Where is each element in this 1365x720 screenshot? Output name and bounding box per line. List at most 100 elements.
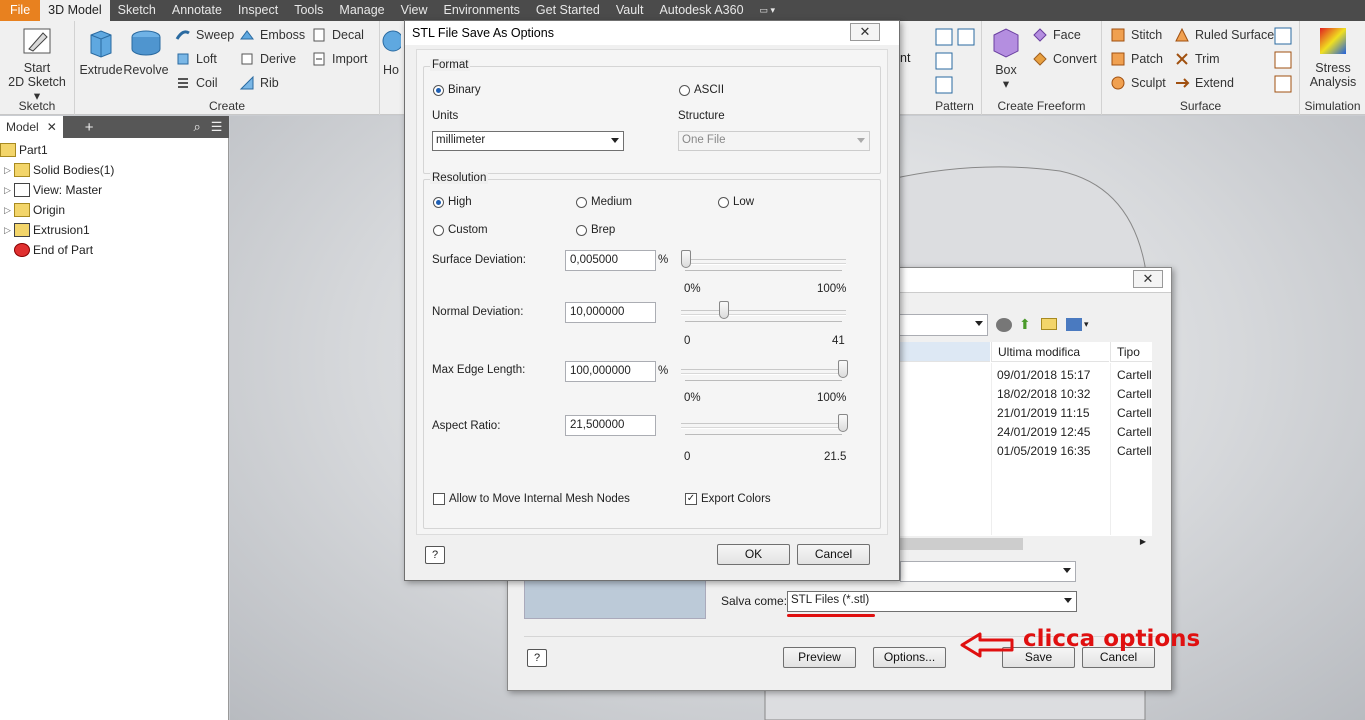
patch-button[interactable]: Patch [1110, 49, 1163, 69]
normal-deviation-slider[interactable] [681, 301, 846, 334]
max-edge-length-input[interactable]: 100,000000 [565, 361, 656, 382]
row-date[interactable]: 21/01/2019 11:15 [997, 406, 1090, 420]
decal-button[interactable]: Decal [311, 25, 364, 45]
tree-item-end-of-part[interactable]: End of Part [4, 240, 93, 260]
aspect-ratio-input[interactable]: 21,500000 [565, 415, 656, 436]
brep-radio[interactable]: Brep [576, 224, 615, 236]
emboss-button[interactable]: Emboss [239, 25, 305, 45]
row-date[interactable]: 24/01/2019 12:45 [997, 425, 1090, 439]
close-icon[interactable]: ✕ [850, 23, 880, 41]
menu-3d-model[interactable]: 3D Model [40, 0, 110, 21]
rib-button[interactable]: Rib [239, 73, 279, 93]
sweep-button[interactable]: Sweep [175, 25, 234, 45]
help-icon[interactable]: ? [527, 649, 547, 667]
start-2d-sketch-button[interactable]: Start 2D Sketch ▾ [6, 25, 68, 103]
convert-button[interactable]: Convert [1032, 49, 1097, 69]
menu-environments[interactable]: Environments [435, 0, 527, 21]
column-date[interactable]: Ultima modifica [991, 342, 1109, 362]
surface-deviation-input[interactable]: 0,005000 [565, 250, 656, 271]
menu-tools[interactable]: Tools [286, 0, 331, 21]
row-type[interactable]: Cartell [1117, 368, 1152, 382]
new-folder-icon[interactable] [1041, 318, 1057, 330]
view-menu-icon[interactable] [1066, 318, 1082, 331]
extend-button[interactable]: Extend [1174, 73, 1234, 93]
derive-button[interactable]: Derive [239, 49, 296, 69]
low-radio[interactable]: Low [718, 196, 754, 208]
coil-button[interactable]: Coil [175, 73, 218, 93]
expand-icon[interactable]: ▷ [4, 225, 14, 236]
options-button[interactable]: Options... [873, 647, 946, 668]
menu-autodesk-a360[interactable]: Autodesk A360 [651, 0, 751, 21]
custom-radio[interactable]: Custom [433, 224, 488, 236]
up-folder-icon[interactable]: ⬆ [1019, 316, 1031, 333]
ascii-radio[interactable]: ASCII [679, 84, 724, 96]
expand-icon[interactable]: ▷ [4, 185, 14, 196]
back-icon[interactable] [996, 318, 1012, 332]
structure-dropdown[interactable]: One File [678, 131, 870, 151]
revolve-button[interactable]: Revolve [123, 25, 169, 77]
search-icon[interactable]: ⌕ [194, 119, 201, 135]
extrude-button[interactable]: Extrude [79, 25, 123, 77]
tree-item-view-master[interactable]: ▷ View: Master [4, 180, 102, 200]
cancel-button[interactable]: Cancel [797, 544, 870, 565]
high-radio[interactable]: High [433, 196, 472, 208]
medium-radio[interactable]: Medium [576, 196, 632, 208]
surface-extra-icons[interactable] [1274, 27, 1294, 93]
sculpt-button[interactable]: Sculpt [1110, 73, 1166, 93]
face-button[interactable]: Face [1032, 25, 1081, 45]
row-date[interactable]: 18/02/2018 10:32 [997, 387, 1090, 401]
pattern-icons[interactable] [934, 27, 976, 95]
loft-button[interactable]: Loft [175, 49, 217, 69]
preview-button[interactable]: Preview [783, 647, 856, 668]
hole-button[interactable]: Ho [381, 27, 401, 77]
menu-view[interactable]: View [393, 0, 436, 21]
normal-deviation-input[interactable]: 10,000000 [565, 302, 656, 323]
row-type[interactable]: Cartell [1117, 444, 1152, 458]
menu-file[interactable]: File [0, 0, 41, 21]
max-edge-length-slider[interactable] [681, 360, 848, 393]
file-name-input[interactable] [900, 561, 1076, 582]
row-date[interactable]: 01/05/2019 16:35 [997, 444, 1090, 458]
stress-analysis-button[interactable]: Stress Analysis [1304, 25, 1362, 89]
horizontal-scrollbar[interactable]: ▶ [900, 536, 1152, 552]
column-type[interactable]: Tipo [1110, 342, 1152, 362]
trim-button[interactable]: Trim [1174, 49, 1220, 69]
aspect-ratio-slider[interactable] [681, 414, 848, 447]
tree-item-part1[interactable]: Part1 [0, 140, 48, 160]
row-type[interactable]: Cartell [1117, 425, 1152, 439]
row-type[interactable]: Cartell [1117, 387, 1152, 401]
menu-vault[interactable]: Vault [608, 0, 652, 21]
units-dropdown[interactable]: millimeter [432, 131, 624, 151]
expand-icon[interactable]: ▷ [4, 165, 14, 176]
ok-button[interactable]: OK [717, 544, 790, 565]
add-icon[interactable]: + [85, 119, 94, 136]
expand-icon[interactable]: ▷ [4, 205, 14, 216]
stitch-button[interactable]: Stitch [1110, 25, 1162, 45]
tree-item-origin[interactable]: ▷ Origin [4, 200, 65, 220]
save-as-type-dropdown[interactable]: STL Files (*.stl) [787, 591, 1077, 612]
close-icon[interactable]: ✕ [1133, 270, 1163, 288]
import-button[interactable]: Import [311, 49, 367, 69]
binary-radio[interactable]: Binary [433, 84, 481, 96]
menu-inspect[interactable]: Inspect [230, 0, 286, 21]
ruled-surface-button[interactable]: Ruled Surface [1174, 25, 1274, 45]
view-menu-chevron-icon[interactable]: ▾ [1084, 319, 1089, 330]
box-button[interactable]: Box ▾ [988, 25, 1024, 91]
path-dropdown[interactable] [893, 314, 988, 336]
row-type[interactable]: Cartell [1117, 406, 1152, 420]
tab-model[interactable]: Model ✕ [0, 116, 63, 138]
row-date[interactable]: 09/01/2018 15:17 [997, 368, 1090, 382]
ribbon-display-dropdown-icon[interactable]: ▭ ▾ [752, 0, 784, 21]
menu-manage[interactable]: Manage [331, 0, 392, 21]
export-colors-checkbox[interactable]: ✓ Export Colors [685, 493, 771, 505]
tree-item-solid-bodies[interactable]: ▷ Solid Bodies(1) [4, 160, 114, 180]
allow-move-nodes-checkbox[interactable]: Allow to Move Internal Mesh Nodes [433, 493, 630, 505]
menu-icon[interactable]: ☰ [211, 119, 223, 135]
tree-item-extrusion1[interactable]: ▷ Extrusion1 [4, 220, 90, 240]
menu-get-started[interactable]: Get Started [528, 0, 608, 21]
close-icon[interactable]: ✕ [47, 120, 57, 134]
menu-sketch[interactable]: Sketch [110, 0, 164, 21]
help-icon[interactable]: ? [425, 546, 445, 564]
menu-annotate[interactable]: Annotate [164, 0, 230, 21]
surface-deviation-slider[interactable] [681, 250, 846, 283]
